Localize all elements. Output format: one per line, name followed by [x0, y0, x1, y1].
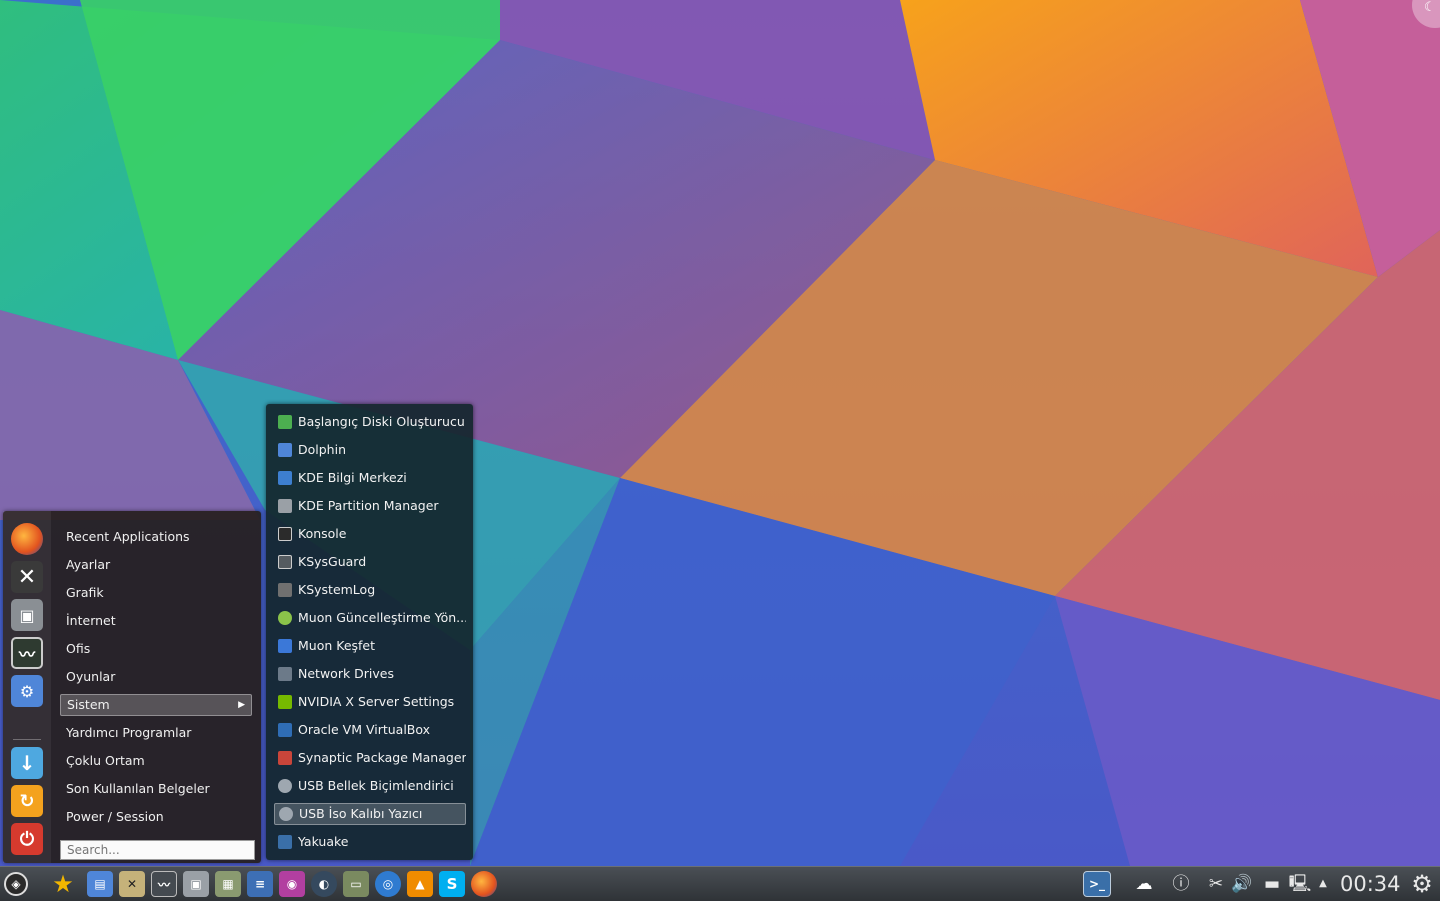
taskbar-panel: ◈ ★ ▤ ✕ 〰 ▣ ▦ ≡ ◉ ◐ ▭ ◎ ▲ S >_ ☁ ⓘ ✂ 🔊 ▬… — [0, 866, 1440, 901]
synaptic-icon — [278, 750, 292, 765]
skype-icon[interactable]: S — [439, 871, 465, 897]
category-internet[interactable]: İnternet — [60, 607, 252, 635]
package-manager-icon[interactable]: ▣ — [183, 871, 209, 897]
network-drives-icon — [278, 666, 292, 681]
category-sistem[interactable]: Sistem ▶ — [60, 694, 252, 716]
screenshot-icon[interactable]: ▭ — [343, 871, 369, 897]
update-icon[interactable]: ↻ — [11, 785, 43, 817]
category-yardimci-programlar[interactable]: Yardımcı Programlar — [60, 719, 252, 747]
volume-icon[interactable]: 🔊 — [1230, 873, 1254, 895]
application-launcher-button[interactable]: ◈ — [4, 872, 28, 896]
application-launcher-menu: ✕ ▣ 〰 ⚙ ↓ ↻ ⏻ Recent Applications Ayarla… — [3, 511, 261, 863]
clipboard-scissors-icon[interactable]: ✂ — [1204, 873, 1228, 895]
category-son-kullanilan-belgeler[interactable]: Son Kullanılan Belgeler — [60, 775, 252, 803]
category-ayarlar[interactable]: Ayarlar — [60, 551, 252, 579]
menu-item-dolphin[interactable]: Dolphin — [274, 439, 466, 461]
konsole-icon — [278, 526, 292, 541]
storage-device-icon[interactable]: ▬ — [1260, 873, 1284, 895]
system-monitor-icon[interactable]: 〰 — [151, 871, 177, 897]
menu-item-network-drives[interactable]: Network Drives — [274, 663, 466, 685]
nvidia-icon — [278, 694, 292, 709]
media-player-icon[interactable]: ◐ — [311, 871, 337, 897]
menu-item-virtualbox[interactable]: Oracle VM VirtualBox — [274, 719, 466, 741]
category-coklu-ortam[interactable]: Çoklu Ortam — [60, 747, 252, 775]
tray-expand-arrow-icon[interactable]: ▲ — [1316, 873, 1330, 895]
favorites-strip: ✕ ▣ 〰 ⚙ ↓ ↻ ⏻ — [3, 511, 51, 863]
toolbox-icon: ☾ — [1424, 0, 1436, 15]
category-recent-applications[interactable]: Recent Applications — [60, 523, 252, 551]
virtualbox-icon — [278, 722, 292, 737]
firefox-icon[interactable] — [471, 871, 497, 897]
category-list: Recent Applications Ayarlar Grafik İnter… — [60, 523, 252, 831]
sistem-submenu: Başlangıç Diski Oluşturucu Dolphin KDE B… — [266, 404, 473, 860]
power-icon[interactable]: ⏻ — [11, 823, 43, 855]
menu-item-kde-partition-manager[interactable]: KDE Partition Manager — [274, 495, 466, 517]
menu-item-ksystemlog[interactable]: KSystemLog — [274, 579, 466, 601]
startup-disk-icon — [278, 414, 292, 429]
menu-item-ksysguard[interactable]: KSysGuard — [274, 551, 466, 573]
ksystemlog-icon — [278, 582, 292, 597]
package-manager-icon[interactable]: ▣ — [11, 599, 43, 631]
category-ofis[interactable]: Ofis — [60, 635, 252, 663]
system-settings-icon[interactable]: ⚙ — [11, 675, 43, 707]
category-oyunlar[interactable]: Oyunlar — [60, 663, 252, 691]
weather-icon[interactable]: ☁ — [1128, 873, 1160, 895]
menu-item-usb-iso[interactable]: USB İso Kalıbı Yazıcı — [274, 803, 466, 825]
settings-tools-icon[interactable]: ✕ — [11, 561, 43, 593]
image-viewer-icon[interactable]: ◉ — [279, 871, 305, 897]
firefox-icon[interactable] — [11, 523, 43, 555]
menu-item-usb-bellek[interactable]: USB Bellek Biçimlendirici — [274, 775, 466, 797]
search-input[interactable] — [60, 840, 255, 860]
vlc-icon[interactable]: ▲ — [407, 871, 433, 897]
info-center-icon — [278, 470, 292, 485]
menu-item-synaptic[interactable]: Synaptic Package Manager — [274, 747, 466, 769]
calculator-icon[interactable]: ▦ — [215, 871, 241, 897]
menu-item-muon-guncellestirme[interactable]: Muon Güncelleştirme Yön... — [274, 607, 466, 629]
muon-discover-icon — [278, 638, 292, 653]
system-settings-icon[interactable]: ✕ — [119, 871, 145, 897]
menu-item-baslangic-diski[interactable]: Başlangıç Diski Oluşturucu — [274, 411, 466, 433]
category-grafik[interactable]: Grafik — [60, 579, 252, 607]
digital-clock[interactable]: 00:34 — [1340, 871, 1401, 897]
system-monitor-icon[interactable]: 〰 — [11, 637, 43, 669]
usb-iso-icon — [279, 806, 293, 821]
yakuake-tray-icon[interactable]: >_ — [1083, 871, 1111, 897]
file-manager-icon[interactable]: ▤ — [87, 871, 113, 897]
menu-item-kde-bilgi-merkezi[interactable]: KDE Bilgi Merkezi — [274, 467, 466, 489]
usb-format-icon — [278, 778, 292, 793]
menu-item-muon-kesfet[interactable]: Muon Keşfet — [274, 635, 466, 657]
menu-item-konsole[interactable]: Konsole — [274, 523, 466, 545]
muon-update-icon — [278, 610, 292, 625]
menu-item-nvidia-settings[interactable]: NVIDIA X Server Settings — [274, 691, 466, 713]
text-editor-icon[interactable]: ≡ — [247, 871, 273, 897]
panel-settings-gear-icon[interactable]: ⚙ — [1406, 872, 1438, 896]
partition-icon — [278, 498, 292, 513]
info-icon[interactable]: ⓘ — [1168, 873, 1194, 895]
category-power-session[interactable]: Power / Session — [60, 803, 252, 831]
network-icon[interactable]: 🖳 — [1288, 873, 1312, 895]
submenu-arrow-icon: ▶ — [238, 700, 245, 710]
favorites-star-icon[interactable]: ★ — [50, 870, 76, 898]
download-icon[interactable]: ↓ — [11, 747, 43, 779]
yakuake-icon — [278, 834, 292, 849]
dolphin-icon — [278, 442, 292, 457]
ksysguard-icon — [278, 554, 292, 569]
menu-item-yakuake[interactable]: Yakuake — [274, 831, 466, 853]
browser-icon[interactable]: ◎ — [375, 871, 401, 897]
favorites-separator — [13, 739, 41, 740]
